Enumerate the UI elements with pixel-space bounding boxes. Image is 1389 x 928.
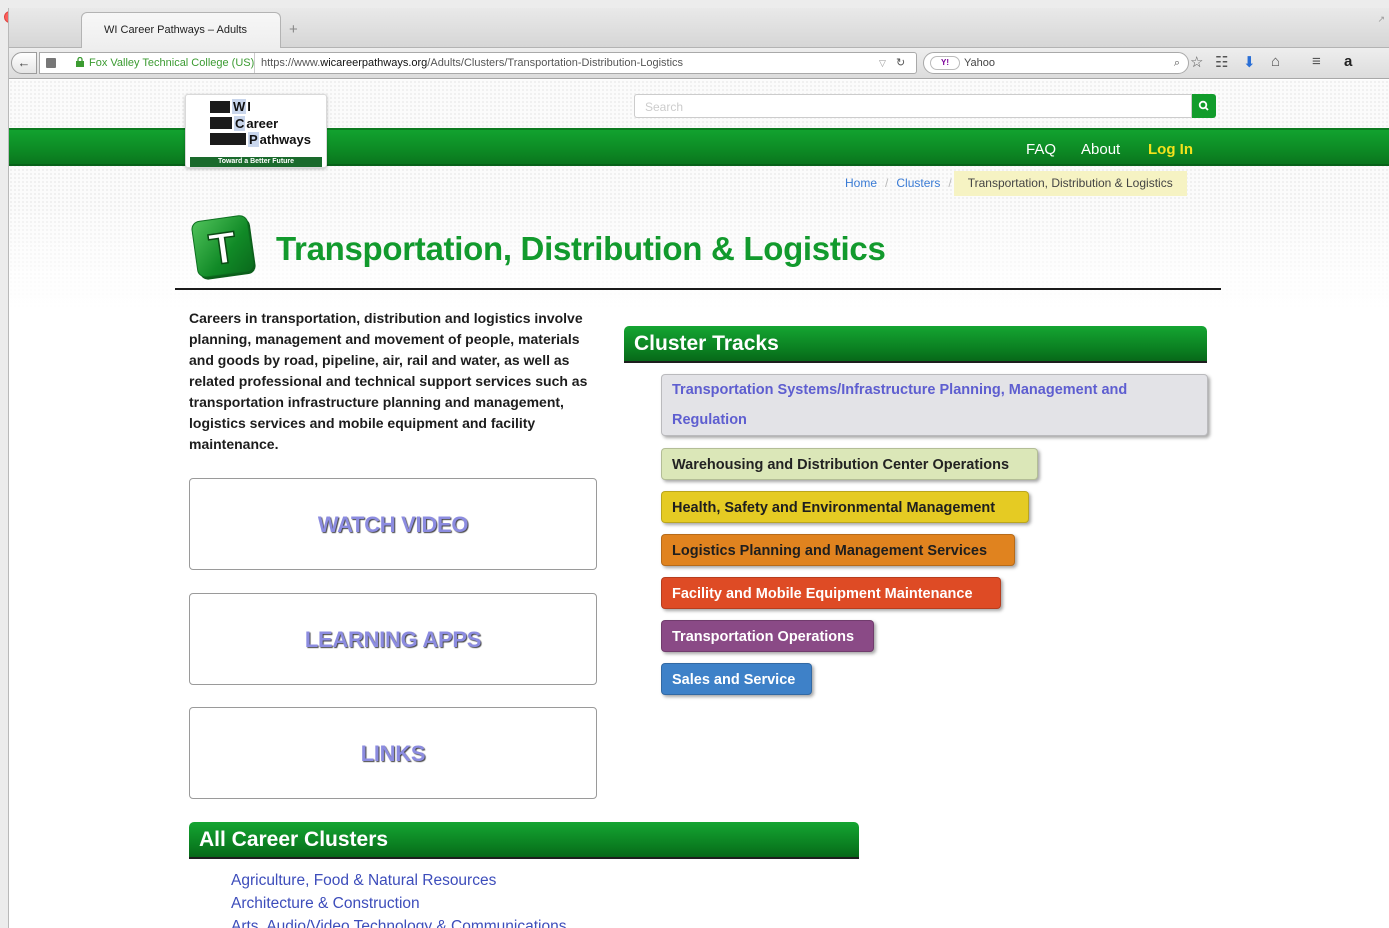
yahoo-engine-icon[interactable]: Y!	[930, 56, 960, 70]
site-search-input[interactable]: Search	[634, 94, 1192, 118]
download-icon[interactable]: ⬇	[1243, 53, 1256, 71]
star-icon[interactable]: ☆	[1190, 53, 1203, 71]
logo-block	[210, 133, 246, 145]
page-title: Transportation, Distribution & Logistics	[276, 230, 886, 267]
cluster-intro-text: Careers in transportation, distribution …	[189, 310, 588, 452]
track-health-safety[interactable]: Health, Safety and Environmental Managem…	[661, 491, 1029, 523]
url-text: https://www.wicareerpathways.org/Adults/…	[254, 53, 683, 73]
nav-faq-link[interactable]: FAQ	[1026, 141, 1056, 158]
menu-icon[interactable]: ≡	[1312, 53, 1321, 70]
home-icon[interactable]: ⌂	[1271, 53, 1280, 70]
cluster-link-arts[interactable]: Arts, Audio/Video Technology & Communica…	[231, 918, 566, 928]
breadcrumb-separator: /	[885, 176, 889, 190]
tab-bar: WI Career Pathways – Adults + ↗	[9, 8, 1389, 48]
logo-line-2: Career	[234, 116, 279, 131]
logo-block	[210, 101, 230, 113]
watch-video-button[interactable]: WATCH VIDEO	[189, 478, 597, 570]
track-sales-service[interactable]: Sales and Service	[661, 663, 812, 695]
transportation-t-icon: T	[191, 215, 256, 280]
track-facility-maintenance[interactable]: Facility and Mobile Equipment Maintenanc…	[661, 577, 1001, 609]
track-warehousing[interactable]: Warehousing and Distribution Center Oper…	[661, 448, 1038, 480]
fullscreen-icon[interactable]: ↗	[1377, 14, 1385, 25]
site-logo[interactable]: WI Career Pathways Toward a Better Futur…	[185, 94, 327, 168]
breadcrumb-clusters[interactable]: Clusters	[896, 176, 940, 190]
cluster-link-agriculture[interactable]: Agriculture, Food & Natural Resources	[231, 872, 496, 890]
track-logistics-planning[interactable]: Logistics Planning and Management Servic…	[661, 534, 1015, 566]
browser-tab[interactable]: WI Career Pathways – Adults	[81, 12, 281, 48]
search-icon	[1198, 100, 1209, 111]
logo-tagline: Toward a Better Future	[190, 157, 322, 167]
address-bar[interactable]: Fox Valley Technical College (US) https:…	[39, 52, 917, 74]
nav-login-link[interactable]: Log In	[1148, 141, 1193, 158]
navigation-toolbar: ← Fox Valley Technical College (US) http…	[9, 48, 1389, 79]
search-engine-label: Yahoo	[964, 57, 995, 69]
all-career-clusters-heading: All Career Clusters	[189, 822, 859, 859]
track-transportation-operations[interactable]: Transportation Operations	[661, 620, 874, 652]
history-dropdown-icon[interactable]: ▽	[879, 53, 886, 73]
tab-title: WI Career Pathways – Adults	[104, 24, 248, 36]
learning-apps-button[interactable]: LEARNING APPS	[189, 593, 597, 685]
breadcrumb: Home / Clusters / Transportation, Distributi…	[845, 170, 1187, 196]
track-transportation-systems[interactable]: Transportation Systems/Infrastructure Pl…	[661, 374, 1208, 436]
site-identity[interactable]: Fox Valley Technical College (US)	[89, 53, 254, 73]
reading-list-icon[interactable]: ☷	[1215, 53, 1228, 71]
back-button[interactable]: ←	[11, 52, 37, 74]
lock-icon	[76, 57, 84, 67]
breadcrumb-separator: /	[948, 176, 952, 190]
title-divider	[175, 288, 1221, 290]
reload-icon[interactable]: ↻	[896, 53, 905, 73]
browser-search-bar[interactable]: Y! Yahoo ⌕	[923, 52, 1189, 74]
cluster-tracks-heading: Cluster Tracks	[624, 326, 1207, 363]
logo-line-3: Pathways	[248, 132, 311, 147]
cluster-link-architecture[interactable]: Architecture & Construction	[231, 895, 420, 913]
new-tab-button[interactable]: +	[289, 21, 298, 38]
back-arrow-icon: ←	[17, 55, 31, 70]
site-search-button[interactable]	[1192, 94, 1216, 118]
nav-about-link[interactable]: About	[1081, 141, 1120, 158]
amazon-icon[interactable]: a	[1344, 53, 1352, 70]
browser-window: WI Career Pathways – Adults + ↗ ← Fox Va…	[8, 8, 1389, 928]
search-icon[interactable]: ⌕	[1174, 53, 1180, 73]
breadcrumb-current: Transportation, Distribution & Logistics	[953, 171, 1187, 196]
logo-block	[210, 117, 232, 129]
logo-line-1: WI	[232, 99, 251, 114]
links-button[interactable]: LINKS	[189, 707, 597, 799]
page-icon	[46, 58, 56, 68]
breadcrumb-home[interactable]: Home	[845, 176, 877, 190]
web-page: Search FAQ About Log In WI Career Pathwa…	[9, 80, 1389, 928]
